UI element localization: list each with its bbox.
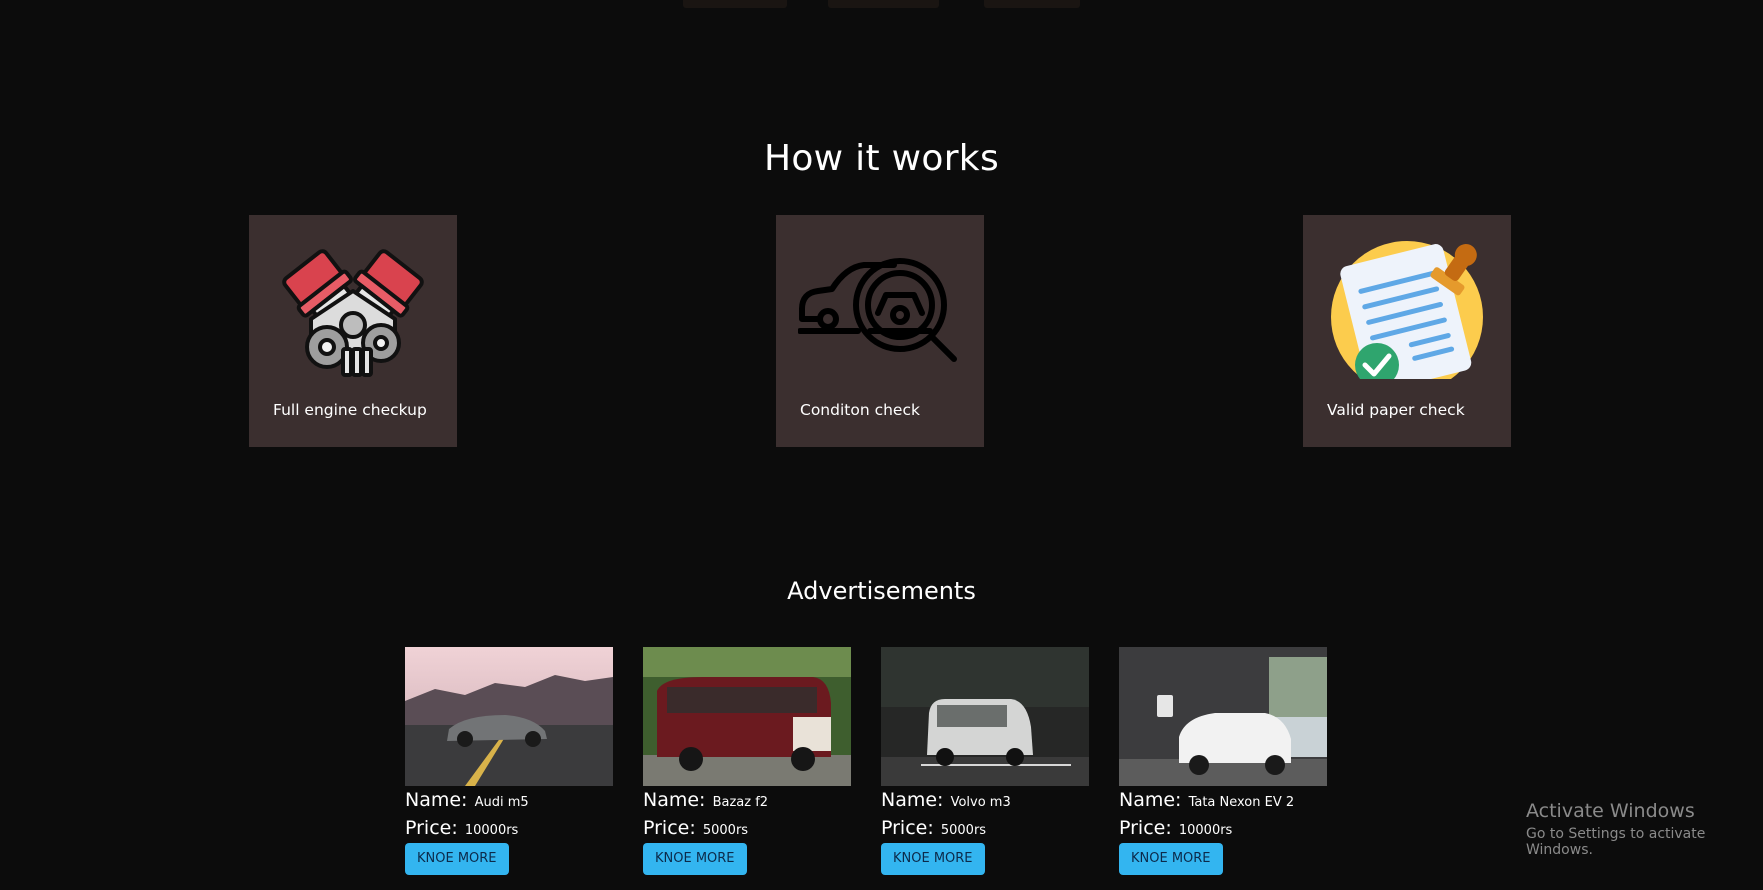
know-more-button[interactable]: KNOE MORE [643, 843, 747, 875]
top-nav-remnant [683, 0, 787, 8]
price-label: Price: [881, 817, 934, 839]
ad-price: 5000rs [940, 823, 987, 838]
name-label: Name: [643, 789, 706, 811]
ad-name: Volvo m3 [950, 795, 1011, 810]
feature-card-condition-check: Conditon check [776, 215, 984, 447]
car-inspection-icon [797, 239, 962, 379]
ad-name: Audi m5 [474, 795, 529, 810]
know-more-button[interactable]: KNOE MORE [881, 843, 985, 875]
watermark-title: Activate Windows [1526, 800, 1695, 822]
feature-card-paper-check: Valid paper check [1303, 215, 1511, 447]
how-it-works-heading: How it works [763, 138, 1000, 179]
name-label: Name: [1119, 789, 1182, 811]
price-label: Price: [1119, 817, 1172, 839]
top-nav-remnant [828, 0, 939, 8]
feature-card-engine-checkup: Full engine checkup [249, 215, 457, 447]
top-nav-remnant [984, 0, 1080, 8]
feature-label: Valid paper check [1327, 401, 1465, 419]
white-minivan-photo [881, 647, 1089, 786]
activate-windows-watermark: Activate Windows Go to Settings to activ… [1526, 800, 1763, 858]
price-label: Price: [643, 817, 696, 839]
know-more-button[interactable]: KNOE MORE [405, 843, 509, 875]
ad-price: 10000rs [1178, 823, 1233, 838]
know-more-button[interactable]: KNOE MORE [1119, 843, 1223, 875]
feature-label: Full engine checkup [273, 401, 427, 419]
grey-sports-car-photo [405, 647, 613, 786]
feature-label: Conditon check [800, 401, 920, 419]
ad-card: Name: Volvo m3 Price: 5000rs KNOE MORE [881, 647, 1089, 875]
ad-card: Name: Bazaz f2 Price: 5000rs KNOE MORE [643, 647, 851, 875]
advertisements-heading: Advertisements [787, 577, 976, 605]
white-ev-charging-photo [1119, 647, 1327, 786]
ad-card: Name: Tata Nexon EV 2 Price: 10000rs KNO… [1119, 647, 1327, 875]
name-label: Name: [405, 789, 468, 811]
ad-card: Name: Audi m5 Price: 10000rs KNOE MORE [405, 647, 613, 875]
watermark-subtitle: Go to Settings to activate Windows. [1526, 826, 1706, 858]
red-van-photo [643, 647, 851, 786]
ad-price: 10000rs [464, 823, 519, 838]
price-label: Price: [405, 817, 458, 839]
document-stamp-icon [1325, 239, 1489, 393]
ad-name: Tata Nexon EV 2 [1188, 795, 1295, 810]
name-label: Name: [881, 789, 944, 811]
engine-icon [271, 239, 435, 379]
ad-name: Bazaz f2 [712, 795, 769, 810]
ad-price: 5000rs [702, 823, 749, 838]
